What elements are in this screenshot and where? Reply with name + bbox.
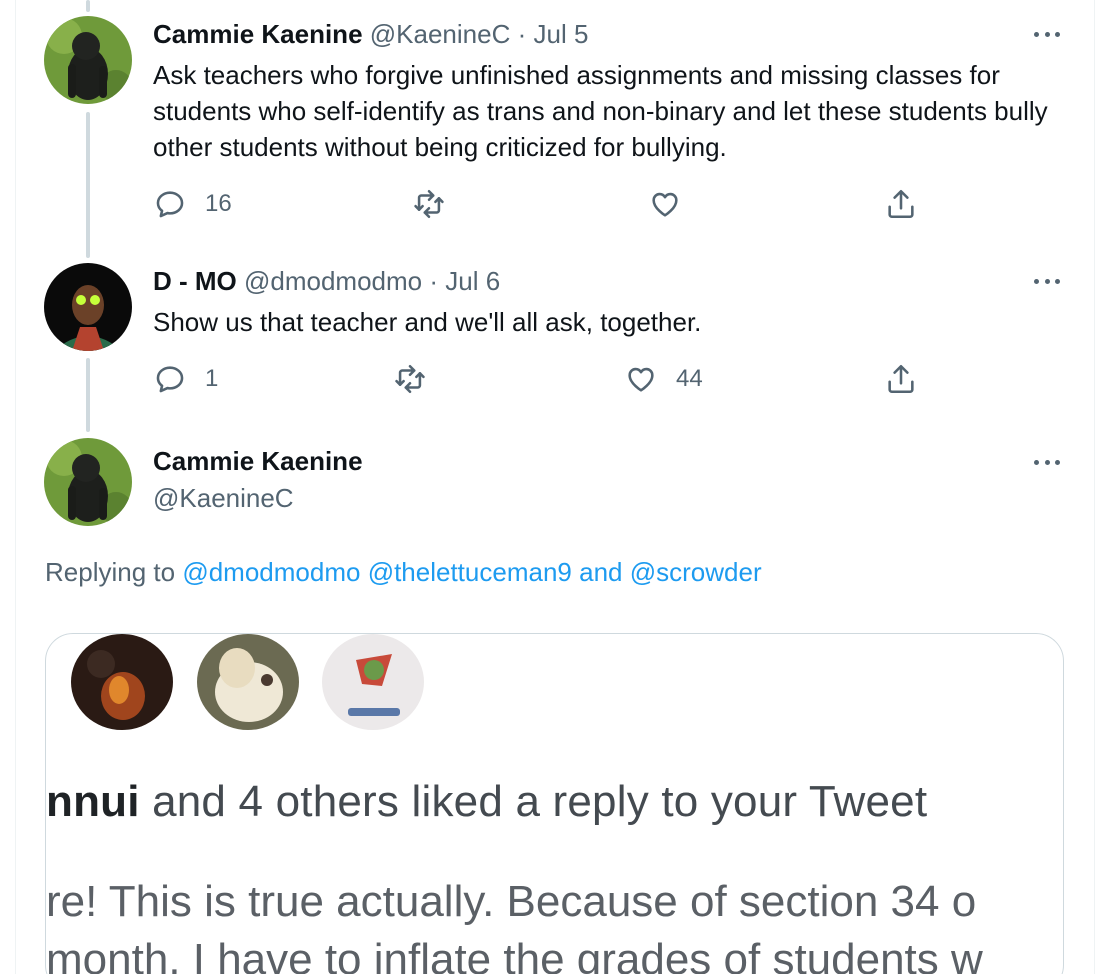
author-name[interactable]: Cammie Kaenine <box>153 19 363 49</box>
tweet-text: Ask teachers who forgive unfinished assi… <box>153 60 1048 162</box>
author-handle[interactable]: @KaenineC <box>370 19 511 49</box>
more-dot <box>1055 459 1060 465</box>
mention-link[interactable]: @scrowder <box>630 557 762 587</box>
dog-avatar-icon <box>197 634 299 730</box>
liker-avatar <box>322 634 424 730</box>
more-dot <box>1044 31 1050 37</box>
like-button[interactable] <box>648 187 700 221</box>
liker-avatar <box>71 634 173 730</box>
retweet-icon <box>395 364 425 394</box>
author-name[interactable]: Cammie Kaenine <box>153 445 363 477</box>
like-count: 44 <box>676 365 703 392</box>
avatar[interactable] <box>44 438 132 526</box>
more-options-button[interactable] <box>1030 271 1064 291</box>
share-icon <box>888 364 914 394</box>
more-dot <box>1055 31 1060 37</box>
author-handle[interactable]: @KaenineC <box>153 482 294 514</box>
author-handle[interactable]: @dmodmodmo <box>244 266 422 296</box>
author-name[interactable]: D - MO <box>153 266 237 296</box>
tweet-date[interactable]: Jul 6 <box>445 266 500 296</box>
thread-line-2 <box>86 358 90 432</box>
avatar[interactable] <box>44 16 132 104</box>
more-dot <box>1055 278 1060 284</box>
retweet-icon <box>414 189 444 219</box>
more-dot <box>1034 459 1039 465</box>
thread-line-1 <box>86 112 90 258</box>
like-button[interactable]: 44 <box>624 362 703 396</box>
more-dot <box>1034 278 1039 284</box>
retweet-button[interactable] <box>393 362 445 396</box>
share-icon <box>888 189 914 219</box>
replying-to: Replying to @dmodmodmo @thelettuceman9 a… <box>45 556 762 588</box>
attached-image[interactable]: nnui and 4 others liked a reply to your … <box>45 633 1064 974</box>
heart-icon <box>652 192 678 217</box>
cartoon-avatar-icon <box>322 634 424 730</box>
thread-line-top <box>86 0 90 12</box>
replying-label: Replying to <box>45 557 176 587</box>
tweet-header: Cammie Kaenine @KaenineC · Jul 5 <box>153 18 588 50</box>
notification-rest: and 4 others liked a reply to your Tweet <box>139 777 928 826</box>
more-dot <box>1044 278 1050 284</box>
fire-avatar-icon <box>71 634 173 730</box>
notification-text: nnui and 4 others liked a reply to your … <box>46 776 927 828</box>
share-button[interactable] <box>884 362 918 396</box>
timeline-border-right <box>1094 0 1095 974</box>
reply-icon <box>156 366 184 393</box>
mention-link[interactable]: @thelettuceman9 <box>368 557 572 587</box>
reply-icon <box>156 191 184 218</box>
more-options-button[interactable] <box>1030 452 1064 472</box>
more-options-button[interactable] <box>1030 24 1064 44</box>
tweet-text: Show us that teacher and we'll all ask, … <box>153 307 702 337</box>
reply-button[interactable]: 16 <box>153 187 232 221</box>
mention-link[interactable]: @dmodmodmo <box>182 557 360 587</box>
separator-dot: · <box>517 19 527 49</box>
heart-icon <box>628 367 654 392</box>
reply-count: 1 <box>205 365 219 392</box>
reply-button[interactable]: 1 <box>153 362 218 396</box>
separator-dot: · <box>429 266 439 296</box>
notification-user: nnui <box>46 777 140 826</box>
more-dot <box>1034 31 1039 37</box>
gorilla-avatar-icon <box>44 438 132 526</box>
retweet-button[interactable] <box>412 187 464 221</box>
screenshot-line: month, I have to inflate the grades of s… <box>46 935 983 974</box>
timeline-border-left <box>15 0 16 974</box>
share-button[interactable] <box>884 187 918 221</box>
reply-count: 16 <box>205 190 232 217</box>
mention-conjunction[interactable]: and <box>579 557 622 587</box>
tweet-header: D - MO @dmodmodmo · Jul 6 <box>153 265 500 297</box>
gorilla-avatar-icon <box>44 16 132 104</box>
screenshot-line: re! This is true actually. Because of se… <box>46 877 977 926</box>
avatar[interactable] <box>44 263 132 351</box>
liker-avatar <box>197 634 299 730</box>
tweet-date[interactable]: Jul 5 <box>534 19 589 49</box>
basketball-player-avatar-icon <box>44 263 132 351</box>
more-dot <box>1044 459 1050 465</box>
